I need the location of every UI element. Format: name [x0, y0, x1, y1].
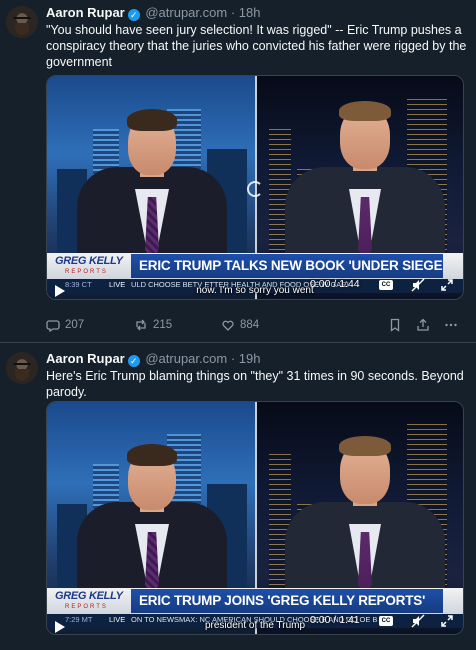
separator: ·: [230, 351, 236, 366]
video-player[interactable]: GREG KELLY REPORTS ERIC TRUMP TALKS NEW …: [46, 75, 464, 300]
repost-count: 215: [153, 319, 173, 331]
host-figure: [77, 444, 227, 594]
repost-button[interactable]: 215: [134, 317, 172, 333]
video-duration: 0:00 / 1:44: [310, 278, 360, 290]
closed-captions-icon[interactable]: CC: [379, 280, 393, 290]
reply-button[interactable]: 207: [46, 317, 84, 333]
tweet[interactable]: Aaron Rupar ✓ @atrupar.com · 19h Here's E…: [0, 346, 476, 650]
share-icon: [417, 318, 429, 331]
like-count: 884: [240, 319, 260, 331]
timestamp[interactable]: 18h: [239, 5, 261, 20]
tweet-header: Aaron Rupar ✓ @atrupar.com · 19h: [46, 351, 261, 367]
avatar-glasses: [13, 363, 31, 368]
mute-icon[interactable]: [411, 278, 425, 292]
author-handle[interactable]: @atrupar.com: [145, 5, 227, 20]
play-icon[interactable]: [55, 621, 65, 633]
show-logo: GREG KELLY REPORTS: [55, 255, 123, 275]
reply-count: 207: [65, 319, 85, 331]
play-icon[interactable]: [55, 285, 65, 297]
guest-figure: [285, 99, 445, 259]
avatar[interactable]: [6, 352, 38, 384]
news-chyron: GREG KELLY REPORTS ERIC TRUMP JOINS 'GRE…: [47, 588, 463, 614]
avatar-glasses: [13, 17, 31, 22]
tweet-text: Here's Eric Trump blaming things on "the…: [46, 369, 464, 399]
tweet[interactable]: Aaron Rupar ✓ @atrupar.com · 18h "You sho…: [0, 0, 476, 343]
share-button[interactable]: [416, 317, 430, 333]
avatar-beard: [15, 369, 29, 381]
bookmark-icon: [390, 318, 400, 332]
guest-figure: [285, 434, 445, 594]
avatar[interactable]: [6, 6, 38, 38]
like-icon: [222, 320, 234, 331]
author-handle[interactable]: @atrupar.com: [145, 351, 227, 366]
avatar-beard: [15, 23, 29, 35]
repost-icon: [136, 319, 146, 331]
like-button[interactable]: 884: [221, 317, 259, 333]
more-options-button[interactable]: [444, 317, 458, 333]
fullscreen-icon[interactable]: [440, 614, 454, 628]
bookmark-button[interactable]: [388, 317, 402, 333]
tweet-actions: 207 215 884: [46, 317, 468, 333]
chyron-headline: ERIC TRUMP JOINS 'GREG KELLY REPORTS': [131, 589, 443, 613]
video-duration: 0:00 / 1:41: [310, 614, 360, 626]
tweet-header: Aaron Rupar ✓ @atrupar.com · 18h: [46, 5, 261, 21]
verified-badge-icon: ✓: [127, 355, 140, 367]
chyron-headline: ERIC TRUMP TALKS NEW BOOK 'UNDER SIEGE': [131, 254, 443, 278]
host-figure: [77, 109, 227, 259]
video-player[interactable]: GREG KELLY REPORTS ERIC TRUMP JOINS 'GRE…: [46, 401, 464, 635]
loading-spinner-icon: [247, 181, 263, 197]
author-name[interactable]: Aaron Rupar: [46, 351, 125, 366]
timestamp[interactable]: 19h: [239, 351, 261, 366]
closed-captions-icon[interactable]: CC: [379, 616, 393, 626]
more-icon: [445, 323, 457, 327]
video-controls: 0:00 / 1:41 CC: [47, 614, 463, 634]
separator: ·: [230, 5, 236, 20]
author-name[interactable]: Aaron Rupar: [46, 5, 125, 20]
fullscreen-icon[interactable]: [440, 278, 454, 292]
tweet-text: "You should have seen jury selection! It…: [46, 23, 467, 69]
verified-badge-icon: ✓: [127, 9, 140, 21]
video-controls: 0:00 / 1:44 CC: [47, 278, 463, 299]
mute-icon[interactable]: [411, 614, 425, 628]
news-chyron: GREG KELLY REPORTS ERIC TRUMP TALKS NEW …: [47, 253, 463, 279]
reply-icon: [46, 320, 60, 332]
show-logo: GREG KELLY REPORTS: [55, 590, 123, 610]
